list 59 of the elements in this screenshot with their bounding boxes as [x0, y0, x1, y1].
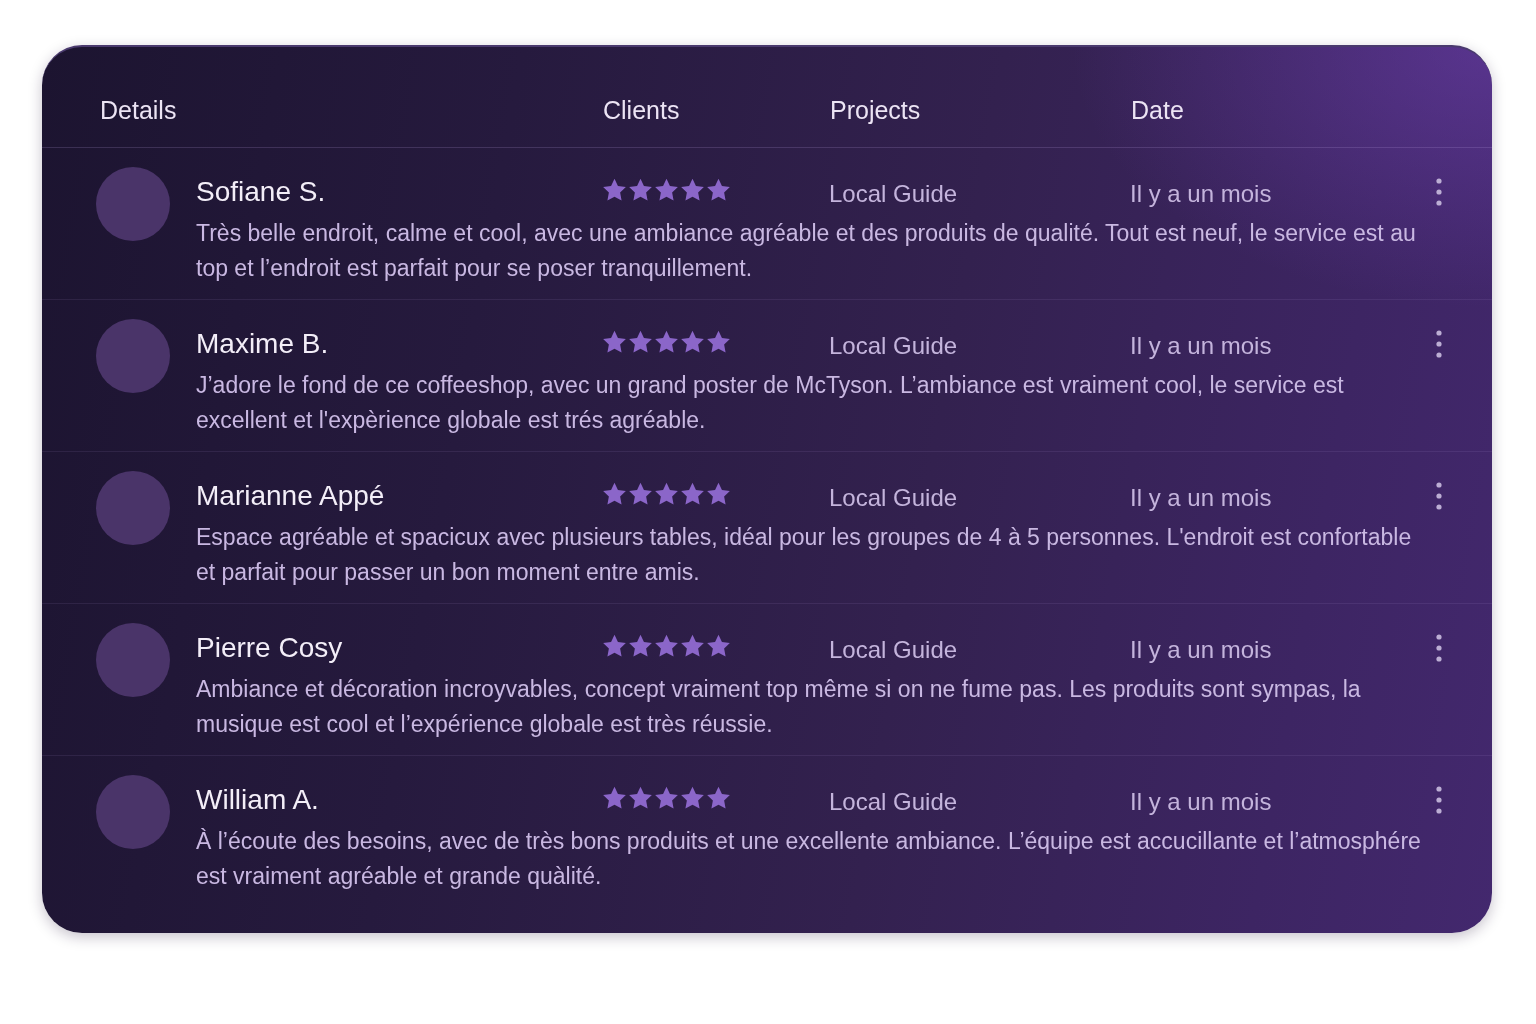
star-icon	[654, 178, 679, 202]
review-date: Il y a un mois	[1130, 635, 1272, 665]
reviewer-name: Marianne Appé	[196, 479, 385, 513]
more-options-button[interactable]	[1436, 786, 1442, 814]
reviewer-status: Local Guide	[829, 483, 958, 513]
column-header: Details	[100, 95, 177, 125]
review-date: Il y a un mois	[1130, 331, 1272, 361]
star-icon	[654, 482, 679, 506]
review-text: Très belle endroit, calme et cool, avec une ambiance agréable et des produits de qualité. Tout est neuf, le service est au top et l’endroit est parfait pour se poser tranquillement.	[196, 219, 1417, 283]
star-icon	[706, 786, 731, 810]
star-icon	[706, 178, 731, 202]
reviewer-status: Local Guide	[829, 331, 958, 361]
review-date: Il y a un mois	[1130, 179, 1272, 209]
star-icon	[706, 634, 731, 658]
star-icon	[654, 634, 679, 658]
column-header: Clients	[603, 95, 680, 125]
more-options-button[interactable]	[1436, 634, 1442, 662]
reviewer-status: Local Guide	[829, 787, 958, 817]
review-text: Ambiance et décoration incroyvables, concept vraiment top même si on ne fume pas. Les produits sont sympas, la musique est cool et l’expérience globale est très réussie.	[196, 675, 1362, 739]
review-text: Espace agréable et spacicux avec plusieurs tables, idéal pour les groupes de 4 à 5 personnes. L'endroit est confortable et parfait pour passer un bon moment entre amis.	[196, 523, 1413, 587]
reviewer-name: Pierre Cosy	[196, 631, 343, 665]
vertical-dots-icon	[1436, 786, 1442, 814]
star-icon	[654, 330, 679, 354]
star-icon	[706, 482, 731, 506]
reviewer-name: Sofiane S.	[196, 175, 326, 209]
star-icon	[654, 786, 679, 810]
star-icon	[628, 482, 653, 506]
star-icon	[680, 330, 705, 354]
vertical-dots-icon	[1436, 482, 1442, 510]
vertical-dots-icon	[1436, 634, 1442, 662]
more-options-button[interactable]	[1436, 330, 1442, 358]
review-date: Il y a un mois	[1130, 787, 1272, 817]
star-icon	[628, 634, 653, 658]
star-icon	[706, 330, 731, 354]
reviewer-name: Maxime B.	[196, 327, 329, 361]
star-icon	[602, 178, 627, 202]
review-text: À l’écoute des besoins, avec de très bons produits et une excellente ambiance. L’équipe est accucillante et l’atmosphére est vraiment agréable et grande quàlité.	[196, 827, 1422, 891]
vertical-dots-icon	[1436, 178, 1442, 206]
star-icon	[602, 482, 627, 506]
star-icon	[628, 786, 653, 810]
review-date: Il y a un mois	[1130, 483, 1272, 513]
star-icon	[628, 330, 653, 354]
more-options-button[interactable]	[1436, 482, 1442, 510]
reviewer-status: Local Guide	[829, 179, 958, 209]
column-header: Projects	[830, 95, 921, 125]
star-icon	[602, 634, 627, 658]
star-icon	[602, 786, 627, 810]
reviewer-name: William A.	[196, 783, 319, 817]
star-icon	[680, 634, 705, 658]
star-icon	[602, 330, 627, 354]
more-options-button[interactable]	[1436, 178, 1442, 206]
reviewer-status: Local Guide	[829, 635, 958, 665]
vertical-dots-icon	[1436, 330, 1442, 358]
review-text: J’adore le fond de ce coffeeshop, avec un grand poster de McTyson. L’ambiance est vraiment cool, le service est excellent et l'expèrience globale est trés agréable.	[196, 371, 1345, 435]
star-icon	[680, 482, 705, 506]
star-icon	[680, 178, 705, 202]
star-icon	[628, 178, 653, 202]
star-icon	[680, 786, 705, 810]
column-header: Date	[1131, 95, 1184, 125]
